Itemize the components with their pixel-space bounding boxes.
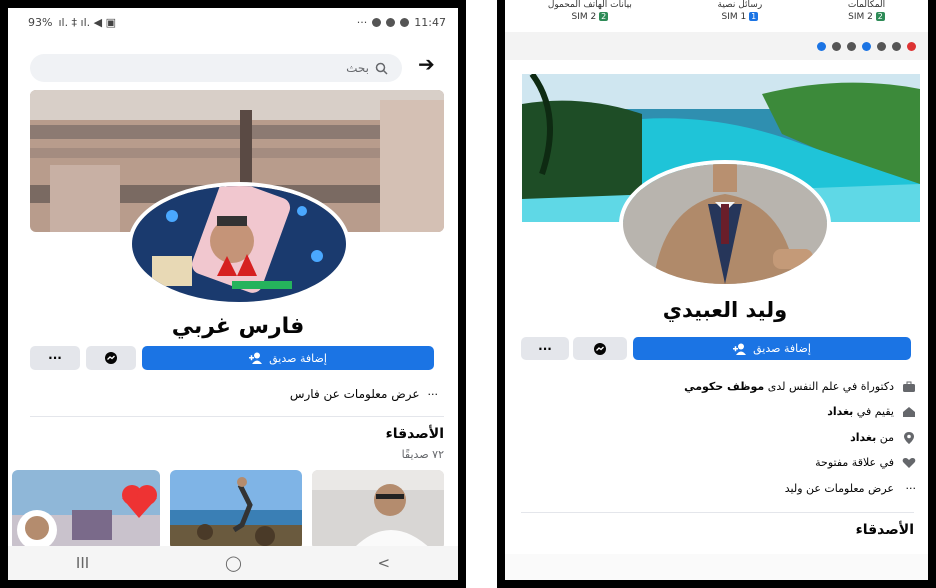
more-dots-icon: ··· bbox=[427, 387, 439, 401]
add-friend-button[interactable]: إضافة صديق bbox=[633, 337, 911, 360]
more-options-button[interactable]: ··· bbox=[30, 346, 80, 370]
notification-dots: ··· bbox=[356, 15, 368, 29]
shield-icon bbox=[892, 42, 901, 51]
sim-calls-item[interactable]: المكالمات SIM 2 2 bbox=[848, 0, 885, 32]
add-friend-label: إضافة صديق bbox=[753, 342, 811, 355]
shield-icon bbox=[386, 17, 396, 27]
notification-icon bbox=[847, 42, 856, 51]
profile-name: فارس غربي bbox=[171, 314, 305, 339]
info-row-work: دكتوراة في علم النفس لدى موظف حكومي bbox=[684, 380, 916, 393]
messenger-icon bbox=[594, 342, 606, 355]
notification-icons bbox=[817, 42, 916, 51]
search-input[interactable]: بحث bbox=[30, 54, 402, 82]
location-pin-icon bbox=[904, 431, 914, 444]
more-dots-icon: ··· bbox=[905, 482, 917, 495]
android-navbar: III ◯ < bbox=[8, 546, 458, 580]
briefcase-icon bbox=[903, 381, 915, 392]
add-person-icon bbox=[249, 352, 263, 364]
android-navbar bbox=[505, 554, 928, 580]
sim-settings-bar: بيانات الهاتف المحمول SIM 2 2 رسائل نصية S… bbox=[505, 0, 928, 32]
messenger-icon bbox=[817, 42, 826, 51]
friend-thumbnail[interactable] bbox=[12, 470, 160, 550]
friends-title: الأصدقاء bbox=[855, 522, 914, 538]
add-friend-label: إضافة صديق bbox=[269, 351, 327, 365]
shield-icon bbox=[877, 42, 886, 51]
more-options-button[interactable]: ··· bbox=[521, 337, 569, 360]
status-bar: 93% ıl. ‡ ıl. ◀ ▣ ··· 11:47 bbox=[8, 8, 458, 36]
friend-thumbnail[interactable] bbox=[312, 470, 444, 550]
messenger-icon bbox=[400, 17, 410, 27]
home-icon bbox=[903, 406, 915, 417]
about-link[interactable]: ··· عرض معلومات عن وليد bbox=[785, 482, 916, 495]
home-button[interactable]: ◯ bbox=[225, 554, 242, 572]
about-link-text: عرض معلومات عن فارس bbox=[289, 387, 420, 401]
divider bbox=[30, 416, 444, 417]
right-phone-frame: بيانات الهاتف المحمول SIM 2 2 رسائل نصية S… bbox=[497, 0, 936, 588]
info-row-from: من بغداد bbox=[850, 431, 916, 444]
info-row-relationship: في علاقة مفتوحة bbox=[815, 456, 916, 469]
friends-title: الأصدقاء bbox=[385, 426, 444, 442]
notification-icon bbox=[832, 42, 841, 51]
back-arrow-icon[interactable]: ➔ bbox=[418, 52, 435, 76]
shield-icon bbox=[372, 17, 382, 27]
info-row-lives-in: يقيم في بغداد bbox=[827, 405, 916, 418]
left-phone-frame: 93% ıl. ‡ ıl. ◀ ▣ ··· 11:47 بحث ➔ فارس غ… bbox=[0, 0, 466, 588]
divider bbox=[521, 512, 914, 513]
download-icon bbox=[907, 42, 916, 51]
messenger-icon bbox=[105, 352, 117, 364]
battery-level: 93% bbox=[28, 15, 53, 29]
right-phone-screen: بيانات الهاتف المحمول SIM 2 2 رسائل نصية S… bbox=[505, 0, 928, 580]
back-button[interactable]: < bbox=[378, 554, 391, 572]
profile-picture[interactable] bbox=[619, 160, 831, 288]
messenger-button[interactable] bbox=[86, 346, 136, 370]
friend-thumbnail[interactable] bbox=[170, 470, 302, 550]
clock: 11:47 bbox=[414, 15, 446, 29]
search-icon bbox=[375, 62, 388, 75]
notification-icon bbox=[862, 42, 871, 51]
recent-apps-button[interactable]: III bbox=[76, 554, 89, 572]
profile-picture[interactable] bbox=[128, 182, 350, 306]
sim-data-item[interactable]: بيانات الهاتف المحمول SIM 2 2 bbox=[548, 0, 632, 32]
sim-sms-item[interactable]: رسائل نصية SIM 1 1 bbox=[718, 0, 763, 32]
messenger-button[interactable] bbox=[573, 337, 627, 360]
search-placeholder: بحث bbox=[346, 61, 369, 75]
add-person-icon bbox=[733, 343, 747, 355]
profile-name: وليد العبيدي bbox=[662, 298, 788, 322]
about-link[interactable]: ··· عرض معلومات عن فارس bbox=[290, 387, 438, 401]
heart-icon bbox=[902, 457, 916, 468]
left-phone-screen: 93% ıl. ‡ ıl. ◀ ▣ ··· 11:47 بحث ➔ فارس غ… bbox=[8, 8, 458, 580]
friends-count: ٧٢ صديقًا bbox=[401, 448, 444, 461]
add-friend-button[interactable]: إضافة صديق bbox=[142, 346, 434, 370]
signal-indicators: ıl. ‡ ıl. ◀ ▣ bbox=[58, 15, 117, 29]
